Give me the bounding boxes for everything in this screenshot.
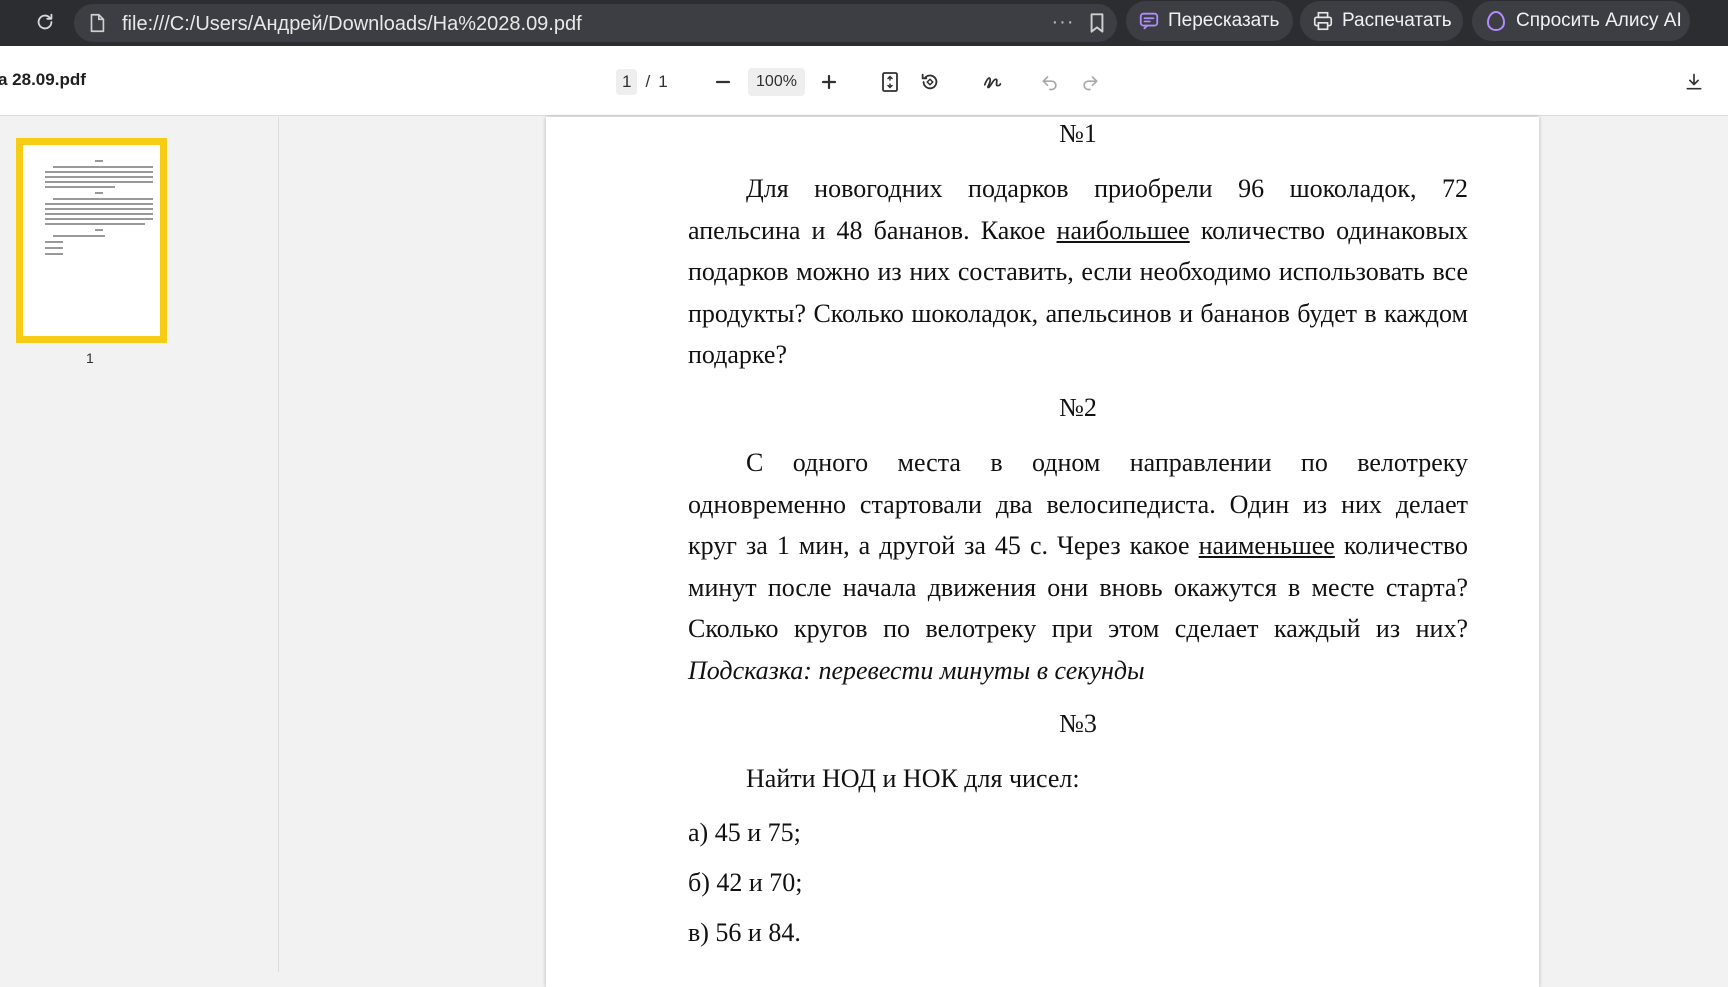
page-thumbnail[interactable]: [16, 138, 167, 343]
more-options-button[interactable]: ···: [1048, 8, 1078, 38]
retell-icon: [1138, 9, 1160, 33]
task-1-text: Для новогодних подарков приобрели 96 шок…: [688, 168, 1468, 376]
zoom-out-button[interactable]: [709, 68, 737, 96]
page-total: 1: [658, 72, 668, 91]
rotate-button[interactable]: [916, 68, 944, 96]
minus-icon: [715, 80, 731, 84]
undo-icon: [1042, 76, 1057, 91]
rotate-icon: [921, 73, 938, 90]
task-2-underlined: наименьшее: [1198, 531, 1335, 561]
redo-button[interactable]: [1076, 68, 1104, 96]
document-viewer[interactable]: №1 Для новогодних подарков приобрели 96 …: [280, 117, 1728, 987]
task-3-item-c: в) 56 и 84.: [688, 918, 801, 948]
fit-page-icon: [882, 72, 898, 92]
download-button[interactable]: [1680, 68, 1708, 96]
ask-alice-button[interactable]: Спросить Алису AI: [1472, 1, 1690, 41]
pdf-page: №1 Для новогодних подарков приобрели 96 …: [546, 117, 1539, 987]
page-indicator: 1 / 1: [616, 69, 668, 95]
fit-page-button[interactable]: [876, 68, 904, 96]
page-content: №1 Для новогодних подарков приобрели 96 …: [688, 117, 1468, 949]
address-bar[interactable]: file:///C:/Users/Андрей/Downloads/На%202…: [74, 4, 1117, 42]
reload-icon[interactable]: [30, 7, 60, 37]
ask-alice-label: Спросить Алису AI: [1516, 10, 1682, 31]
task-2-hint: Подсказка: перевести минуты в секунды: [688, 655, 1145, 685]
download-icon: [1686, 73, 1702, 90]
zoom-level[interactable]: 100%: [748, 68, 805, 96]
retell-button[interactable]: Пересказать: [1126, 1, 1293, 41]
task-1-title: №1: [1059, 119, 1097, 148]
task-3-item-a: а) 45 и 75;: [688, 818, 801, 848]
redo-icon: [1083, 76, 1098, 91]
bookmark-icon[interactable]: [1084, 10, 1110, 36]
print-label: Распечатать: [1342, 10, 1452, 31]
retell-label: Пересказать: [1168, 10, 1280, 31]
draw-button[interactable]: [979, 68, 1007, 96]
printer-icon: [1312, 9, 1334, 33]
task-3-item-b: б) 42 и 70;: [688, 868, 803, 898]
page-separator: /: [645, 72, 651, 91]
url-text[interactable]: file:///C:/Users/Андрей/Downloads/На%202…: [122, 13, 582, 36]
browser-top-bar: file:///C:/Users/Андрей/Downloads/На%202…: [0, 0, 1728, 46]
alice-icon: [1484, 9, 1508, 33]
pdf-toolbar: а 28.09.pdf 1 / 1 100%: [0, 46, 1728, 116]
task-2-text: С одного места в одном направлении по ве…: [688, 442, 1468, 692]
zoom-in-button[interactable]: [815, 68, 843, 96]
thumbnail-page-number: 1: [86, 350, 94, 366]
undo-button[interactable]: [1036, 68, 1064, 96]
plus-icon: [821, 74, 837, 90]
task-2-title: №2: [1059, 392, 1097, 422]
page-number-input[interactable]: 1: [616, 69, 638, 95]
signature-icon: [983, 77, 1002, 89]
thumbnail-sidebar: 1: [0, 117, 279, 972]
task-3-title: №3: [1059, 708, 1097, 738]
print-button[interactable]: Распечатать: [1300, 1, 1463, 41]
pdf-file-name: а 28.09.pdf: [0, 70, 86, 89]
file-icon: [86, 12, 108, 34]
task-3-intro: Найти НОД и НОК для чисел:: [746, 763, 1080, 793]
task-1-underlined: наибольшее: [1056, 215, 1190, 245]
